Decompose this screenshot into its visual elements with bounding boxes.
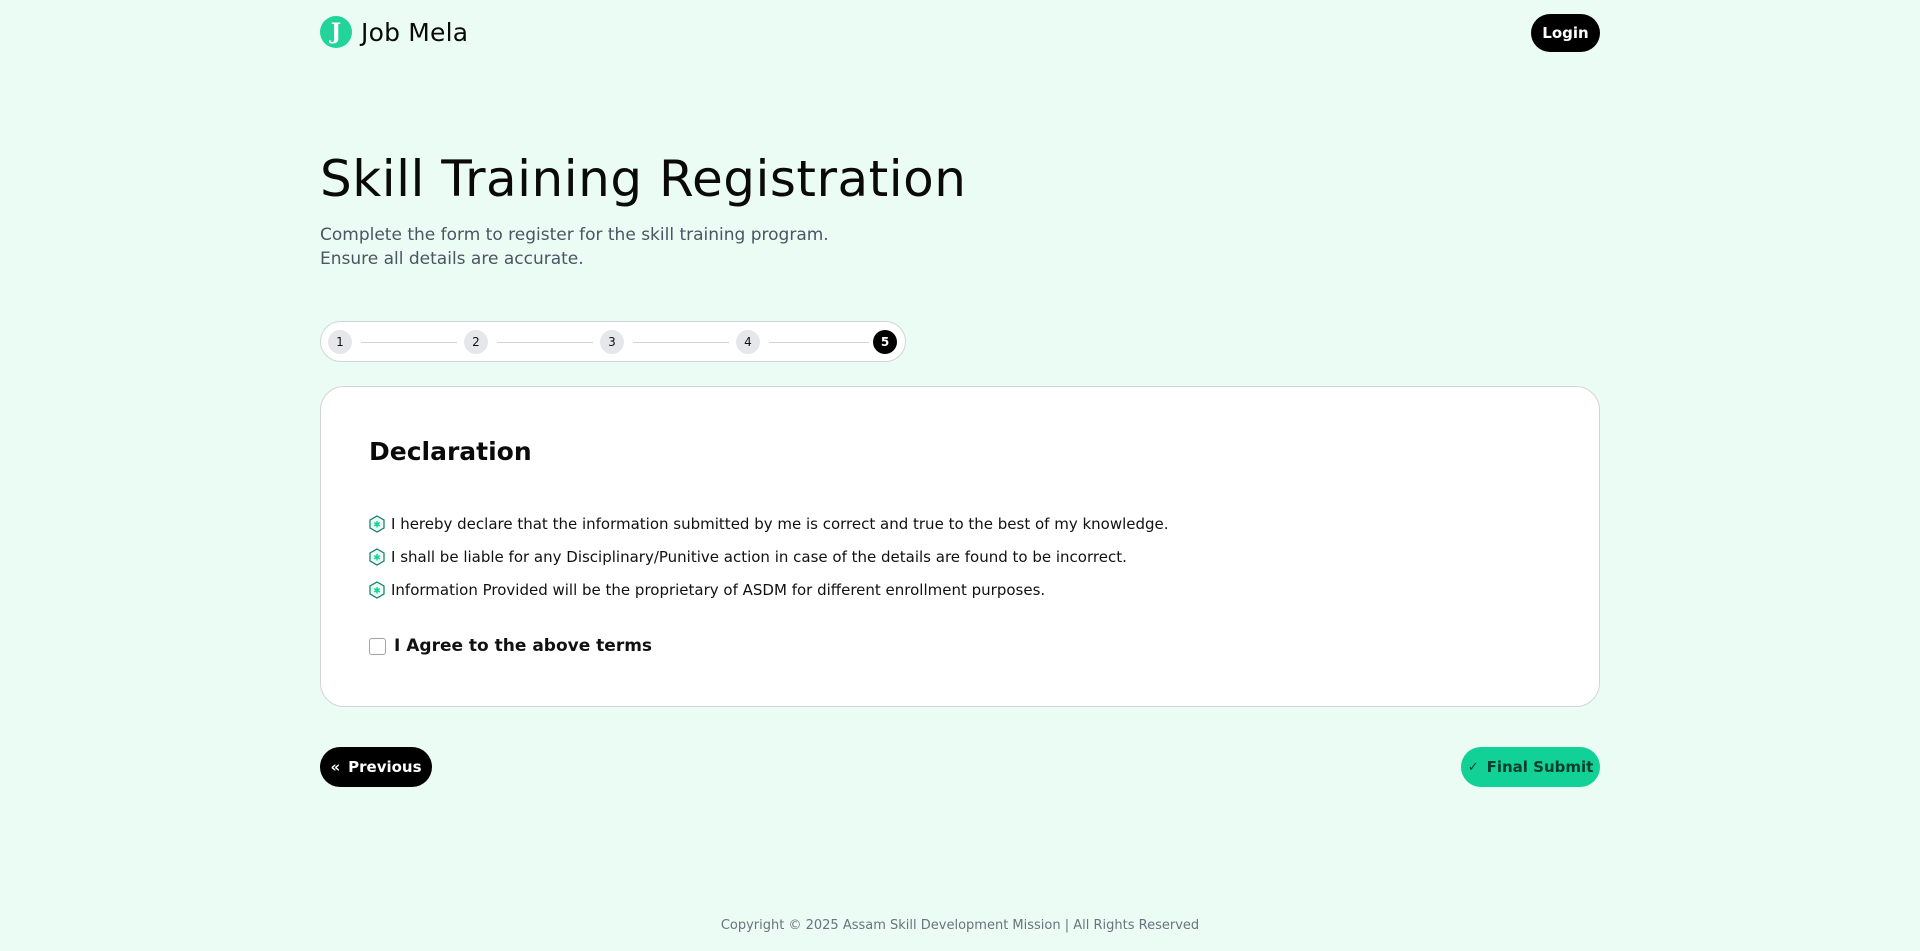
declaration-text: I hereby declare that the information su…	[391, 515, 1169, 533]
step-5-active[interactable]: 5	[873, 330, 897, 354]
svg-text:✱: ✱	[373, 521, 381, 531]
svg-text:✱: ✱	[373, 587, 381, 597]
previous-button[interactable]: « Previous	[320, 747, 432, 787]
hexagon-badge-icon: ✱	[369, 515, 385, 533]
declaration-title: Declaration	[369, 437, 532, 466]
declaration-text: I shall be liable for any Disciplinary/P…	[391, 548, 1127, 566]
agree-terms[interactable]: I Agree to the above terms	[369, 636, 652, 656]
list-item: ✱ I shall be liable for any Disciplinary…	[369, 548, 1169, 581]
declaration-card: Declaration ✱ I hereby declare that the …	[320, 386, 1600, 707]
page-subtitle-line2: Ensure all details are accurate.	[320, 249, 584, 269]
previous-label: Previous	[348, 758, 422, 776]
check-icon: ✓	[1467, 759, 1479, 775]
step-2[interactable]: 2	[464, 330, 488, 354]
login-button[interactable]: Login	[1531, 14, 1600, 52]
step-4[interactable]: 4	[736, 330, 760, 354]
step-connector	[361, 342, 457, 343]
declaration-list: ✱ I hereby declare that the information …	[369, 515, 1169, 614]
submit-label: Final Submit	[1486, 758, 1594, 776]
header: J Job Mela Login	[320, 14, 1600, 52]
hexagon-badge-icon: ✱	[369, 581, 385, 599]
progress-stepper: 1 2 3 4 5	[320, 321, 906, 362]
logo-icon: J	[320, 16, 352, 48]
list-item: ✱ I hereby declare that the information …	[369, 515, 1169, 548]
footer-copyright: Copyright © 2025 Assam Skill Development…	[720, 918, 1200, 933]
step-1[interactable]: 1	[328, 330, 352, 354]
page-title: Skill Training Registration	[320, 150, 967, 208]
final-submit-button[interactable]: ✓ Final Submit	[1461, 747, 1600, 787]
step-connector	[497, 342, 593, 343]
step-3[interactable]: 3	[600, 330, 624, 354]
declaration-text: Information Provided will be the proprie…	[391, 581, 1046, 599]
double-chevron-left-icon: «	[330, 758, 341, 776]
agree-label[interactable]: I Agree to the above terms	[394, 636, 652, 656]
agree-checkbox[interactable]	[369, 637, 386, 655]
hexagon-badge-icon: ✱	[369, 548, 385, 566]
svg-text:✱: ✱	[373, 554, 381, 564]
logo[interactable]: J Job Mela	[320, 16, 468, 48]
brand-name: Job Mela	[361, 17, 469, 47]
page-subtitle-line1: Complete the form to register for the sk…	[320, 225, 829, 245]
list-item: ✱ Information Provided will be the propr…	[369, 581, 1169, 614]
step-connector	[769, 342, 869, 343]
step-connector	[633, 342, 729, 343]
